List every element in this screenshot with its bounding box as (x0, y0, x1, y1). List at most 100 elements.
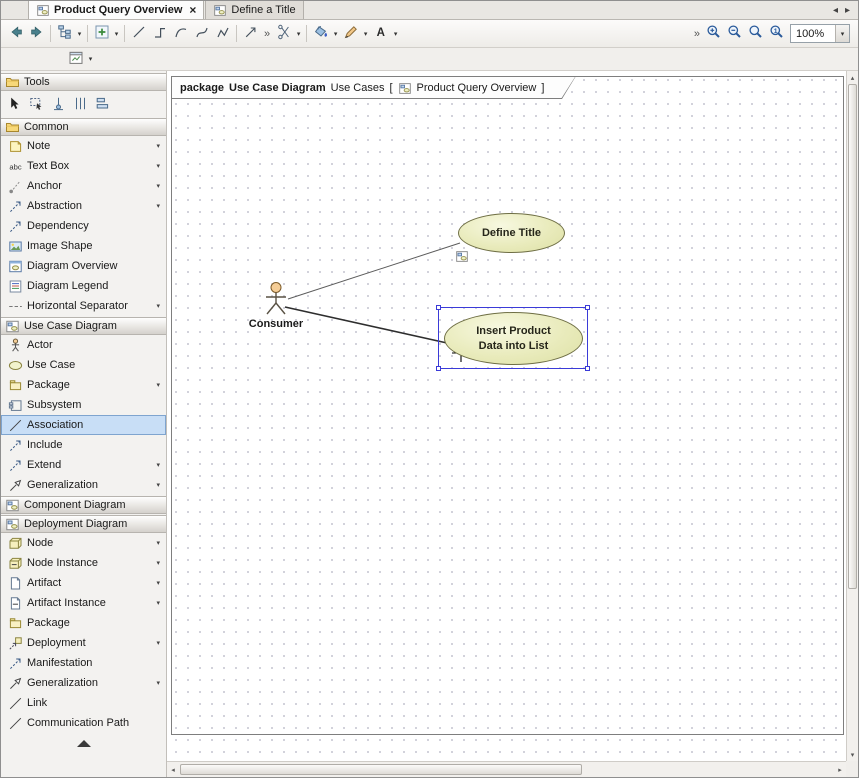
pointer-tool-button[interactable] (5, 94, 24, 113)
palette-item-include[interactable]: Include (1, 435, 166, 455)
containment-tree-dropdown-icon[interactable]: ▾ (75, 30, 84, 38)
distribute-tool-button[interactable] (93, 94, 112, 113)
horizontal-scrollbar[interactable]: ◂ ▸ (167, 761, 846, 777)
fit-in-window-button[interactable] (745, 23, 766, 44)
palette-item-dropdown-icon[interactable]: ▾ (156, 579, 162, 587)
tab-scroll-right-icon[interactable]: ▸ (843, 5, 852, 16)
use-case-define-title[interactable]: Define Title (458, 213, 565, 253)
close-tab-icon[interactable]: × (189, 5, 196, 15)
diagram-overview-link-icon[interactable] (455, 249, 469, 263)
palette-item-generalization[interactable]: Generalization▾ (1, 475, 166, 495)
line-color-button[interactable] (340, 23, 361, 44)
palette-scroll-up-button[interactable] (1, 740, 166, 747)
palette-item-dropdown-icon[interactable]: ▾ (156, 182, 162, 190)
palette-item-horizontal-separator[interactable]: Horizontal Separator▾ (1, 296, 166, 316)
scroll-right-button[interactable]: ▸ (834, 763, 846, 776)
snap-tool-button[interactable] (49, 94, 68, 113)
add-existing-dropdown-icon[interactable]: ▾ (112, 30, 121, 38)
selection-handle[interactable] (436, 305, 441, 310)
palette-item-text-box[interactable]: abcText Box▾ (1, 156, 166, 176)
diagram-canvas[interactable]: package Use Case Diagram Use Cases [ Pro… (167, 71, 846, 761)
selection-handle[interactable] (585, 305, 590, 310)
back-button[interactable] (5, 23, 26, 44)
zoom-combo-dropdown-icon[interactable]: ▾ (835, 25, 849, 42)
curved-path-button[interactable] (191, 23, 212, 44)
forward-button[interactable] (26, 23, 47, 44)
palette-item-manifestation[interactable]: Manifestation (1, 653, 166, 673)
horizontal-scroll-thumb[interactable] (180, 764, 582, 775)
oblique-path-button[interactable] (128, 23, 149, 44)
zoom-level-combo[interactable]: 100%▾ (790, 24, 850, 43)
palette-item-package[interactable]: Package (1, 613, 166, 633)
palette-item-deployment[interactable]: Deployment▾ (1, 633, 166, 653)
split-path-button[interactable] (273, 23, 294, 44)
quick-link-button[interactable] (240, 23, 261, 44)
palette-item-dropdown-icon[interactable]: ▾ (156, 539, 162, 547)
font-color-dropdown-icon[interactable]: ▾ (391, 30, 400, 38)
palette-item-communication-path[interactable]: Communication Path (1, 713, 166, 733)
palette-section-deployment-diagram[interactable]: Deployment Diagram (1, 515, 166, 533)
palette-item-use-case[interactable]: Use Case (1, 355, 166, 375)
palette-item-link[interactable]: Link (1, 693, 166, 713)
selection-handle[interactable] (436, 366, 441, 371)
palette-item-dropdown-icon[interactable]: ▾ (156, 202, 162, 210)
palette-item-abstraction[interactable]: Abstraction▾ (1, 196, 166, 216)
palette-item-extend[interactable]: Extend▾ (1, 455, 166, 475)
palette-item-anchor[interactable]: Anchor▾ (1, 176, 166, 196)
zoom-1-1-button[interactable]: 1 (766, 23, 787, 44)
diagram-frame-button[interactable] (65, 49, 86, 70)
palette-item-image-shape[interactable]: Image Shape (1, 236, 166, 256)
vertical-scrollbar[interactable]: ▴ ▾ (846, 71, 858, 761)
use-case-insert-product[interactable]: Insert Product Data into List (444, 312, 583, 365)
selection-handle[interactable] (585, 366, 590, 371)
tab-define-a-title[interactable]: Define a Title (205, 0, 303, 19)
palette-item-artifact-instance[interactable]: Artifact Instance▾ (1, 593, 166, 613)
split-path-dropdown-icon[interactable]: ▾ (294, 30, 303, 38)
palette-item-dropdown-icon[interactable]: ▾ (156, 599, 162, 607)
guides-tool-button[interactable] (71, 94, 90, 113)
zoom-out-button[interactable] (724, 23, 745, 44)
palette-item-actor[interactable]: Actor (1, 335, 166, 355)
toolbar-overflow-icon[interactable]: » (691, 28, 703, 40)
palette-item-dropdown-icon[interactable]: ▾ (156, 381, 162, 389)
toolbar-overflow-icon[interactable]: » (261, 28, 273, 40)
containment-tree-button[interactable] (54, 23, 75, 44)
palette-section-use-case-diagram[interactable]: Use Case Diagram (1, 317, 166, 335)
marquee-tool-button[interactable] (27, 94, 46, 113)
fill-color-button[interactable] (310, 23, 331, 44)
tab-product-query-overview[interactable]: Product Query Overview × (28, 0, 204, 19)
diagram-frame-dropdown-icon[interactable]: ▾ (86, 55, 95, 63)
scroll-up-button[interactable]: ▴ (847, 71, 858, 84)
zoom-in-button[interactable] (703, 23, 724, 44)
broken-path-button[interactable] (212, 23, 233, 44)
palette-item-dropdown-icon[interactable]: ▾ (156, 142, 162, 150)
scroll-down-button[interactable]: ▾ (847, 748, 858, 761)
palette-item-dropdown-icon[interactable]: ▾ (156, 559, 162, 567)
scroll-left-button[interactable]: ◂ (167, 763, 179, 776)
palette-item-dropdown-icon[interactable]: ▾ (156, 481, 162, 489)
palette-item-note[interactable]: Note▾ (1, 136, 166, 156)
actor-consumer[interactable] (263, 282, 289, 323)
rectilinear-path-button[interactable] (149, 23, 170, 44)
palette-item-node[interactable]: Node▾ (1, 533, 166, 553)
palette-item-dropdown-icon[interactable]: ▾ (156, 679, 162, 687)
line-color-dropdown-icon[interactable]: ▾ (361, 30, 370, 38)
palette-section-tools[interactable]: Tools (1, 73, 166, 91)
palette-item-artifact[interactable]: Artifact▾ (1, 573, 166, 593)
palette-item-diagram-overview[interactable]: Diagram Overview (1, 256, 166, 276)
palette-section-component-diagram[interactable]: Component Diagram (1, 496, 166, 514)
palette-item-dropdown-icon[interactable]: ▾ (156, 302, 162, 310)
palette-item-generalization[interactable]: Generalization▾ (1, 673, 166, 693)
palette-item-subsystem[interactable]: Subsystem (1, 395, 166, 415)
bezier-path-button[interactable] (170, 23, 191, 44)
font-color-button[interactable]: A (370, 23, 391, 44)
palette-item-dependency[interactable]: Dependency (1, 216, 166, 236)
add-existing-button[interactable] (91, 23, 112, 44)
palette-item-dropdown-icon[interactable]: ▾ (156, 639, 162, 647)
palette-item-dropdown-icon[interactable]: ▾ (156, 461, 162, 469)
palette-item-package[interactable]: Package▾ (1, 375, 166, 395)
palette-section-common[interactable]: Common (1, 118, 166, 136)
palette-item-diagram-legend[interactable]: Diagram Legend (1, 276, 166, 296)
tab-scroll-left-icon[interactable]: ◂ (831, 5, 840, 16)
fill-color-dropdown-icon[interactable]: ▾ (331, 30, 340, 38)
